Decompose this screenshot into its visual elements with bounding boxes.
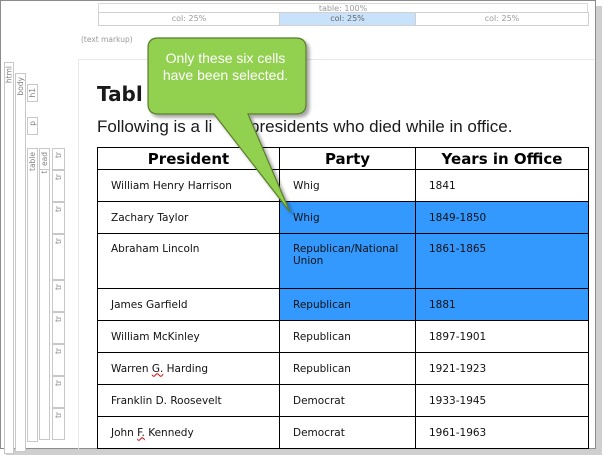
cell-years[interactable]: 1933-1945 (415, 384, 589, 417)
text-markup-label: (text markup) (81, 35, 133, 44)
tag-tr-1[interactable]: tr (52, 170, 65, 202)
cell-years[interactable]: 1921-1923 (415, 352, 589, 385)
tag-tr-2[interactable]: tr (52, 202, 65, 234)
tag-p[interactable]: p (27, 117, 38, 135)
tag-body[interactable]: body (15, 73, 26, 452)
tag-tr-6[interactable]: tr (52, 344, 65, 376)
tag-tr-5[interactable]: tr (52, 312, 65, 344)
cell-president[interactable]: Franklin D. Roosevelt (97, 384, 280, 417)
tag-h1[interactable]: h1 (27, 84, 38, 102)
table-row: Abraham Lincoln Republican/National Unio… (97, 233, 589, 289)
cell-party[interactable]: Republican (279, 320, 416, 353)
tag-table[interactable]: table (27, 148, 38, 442)
frame-shadow-right (596, 6, 602, 455)
header-party[interactable]: Party (279, 147, 416, 170)
tag-tr-8[interactable]: tr (52, 408, 65, 440)
page-heading: Tabl (97, 82, 143, 106)
tag-tbody[interactable]: tbody (39, 148, 50, 440)
cell-president[interactable]: Zachary Taylor (97, 201, 280, 234)
table-row: Zachary Taylor Whig 1849-1850 (97, 201, 589, 234)
tag-tr-4[interactable]: tr (52, 280, 65, 312)
cell-years[interactable]: 1897-1901 (415, 320, 589, 353)
callout-text: Only these six cells have been selected. (162, 50, 289, 83)
cell-years-selected[interactable]: 1881 (415, 288, 589, 321)
cell-party[interactable]: Whig (279, 169, 416, 202)
table-row: James Garfield Republican 1881 (97, 288, 589, 321)
cell-years[interactable]: 1961-1963 (415, 416, 589, 449)
tag-thead[interactable]: ead (39, 148, 50, 170)
header-president[interactable]: President (97, 147, 280, 170)
cell-party-selected[interactable]: Republican/National Union (279, 233, 416, 289)
cell-president[interactable]: William McKinley (97, 320, 280, 353)
table-row: William McKinley Republican 1897-1901 (97, 320, 589, 353)
frame-shadow-bottom (6, 449, 602, 455)
column-ruler-3[interactable]: col: 25% (415, 12, 589, 26)
cell-president[interactable]: John F. Kennedy (97, 416, 280, 449)
column-ruler-2[interactable]: col: 25% (279, 12, 416, 26)
cell-president[interactable]: Abraham Lincoln (97, 233, 280, 289)
cell-years-selected[interactable]: 1861-1865 (415, 233, 589, 289)
cell-party-selected[interactable]: Republican (279, 288, 416, 321)
tag-html[interactable]: html (4, 62, 14, 454)
cell-party[interactable]: Democrat (279, 416, 416, 449)
intro-paragraph: Following is a li f presidents who died … (97, 117, 513, 136)
table-row: John F. Kennedy Democrat 1961-1963 (97, 416, 589, 449)
cell-party[interactable]: Republican (279, 352, 416, 385)
cell-president[interactable]: Warren G. Harding (97, 352, 280, 385)
cell-president[interactable]: James Garfield (97, 288, 280, 321)
tag-tr-header[interactable]: tr (52, 148, 65, 170)
table-row: Warren G. Harding Republican 1921-1923 (97, 352, 589, 385)
column-ruler-1[interactable]: col: 25% (98, 12, 280, 26)
cell-years-selected[interactable]: 1849-1850 (415, 201, 589, 234)
table-width-ruler[interactable]: table: 100% (98, 3, 588, 13)
presidents-table[interactable]: President Party Years in Office William … (97, 147, 589, 449)
table-row: Franklin D. Roosevelt Democrat 1933-1945 (97, 384, 589, 417)
tag-tr-3[interactable]: tr (52, 234, 65, 280)
tag-tr-7[interactable]: tr (52, 376, 65, 408)
cell-party-selected[interactable]: Whig (279, 201, 416, 234)
cell-years[interactable]: 1841 (415, 169, 589, 202)
table-header-row: President Party Years in Office (97, 147, 589, 170)
cell-party[interactable]: Democrat (279, 384, 416, 417)
cell-president[interactable]: William Henry Harrison (97, 169, 280, 202)
table-row: William Henry Harrison Whig 1841 (97, 169, 589, 202)
header-years[interactable]: Years in Office (415, 147, 589, 170)
